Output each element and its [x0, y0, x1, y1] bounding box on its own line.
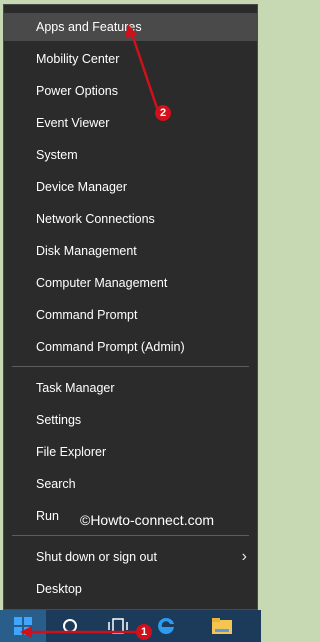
task-view-icon[interactable] [95, 610, 141, 642]
menu-item-event-viewer[interactable]: Event Viewer [4, 109, 257, 137]
menu-item-apps-and-features[interactable]: Apps and Features [4, 13, 257, 41]
menu-item-search[interactable]: Search [4, 470, 257, 498]
menu-item-command-prompt-admin[interactable]: Command Prompt (Admin) [4, 333, 257, 361]
menu-item-shut-down-or-sign-out[interactable]: Shut down or sign out › [4, 543, 257, 571]
menu-separator [12, 366, 249, 367]
chevron-right-icon: › [241, 548, 247, 565]
menu-item-mobility-center[interactable]: Mobility Center [4, 45, 257, 73]
menu-item-label: Shut down or sign out [36, 550, 157, 564]
menu-separator [12, 535, 249, 536]
menu-item-computer-management[interactable]: Computer Management [4, 269, 257, 297]
menu-item-task-manager[interactable]: Task Manager [4, 374, 257, 402]
menu-item-network-connections[interactable]: Network Connections [4, 205, 257, 233]
windows-start-icon[interactable] [0, 610, 46, 642]
search-circle-icon[interactable] [47, 610, 93, 642]
menu-item-system[interactable]: System [4, 141, 257, 169]
annotation-badge-2: 2 [155, 105, 171, 121]
menu-item-power-options[interactable]: Power Options [4, 77, 257, 105]
menu-item-device-manager[interactable]: Device Manager [4, 173, 257, 201]
menu-item-command-prompt[interactable]: Command Prompt [4, 301, 257, 329]
annotation-badge-1: 1 [136, 624, 152, 640]
watermark: ©Howto-connect.com [80, 512, 215, 528]
menu-item-desktop[interactable]: Desktop [4, 575, 257, 603]
menu-item-file-explorer[interactable]: File Explorer [4, 438, 257, 466]
menu-item-disk-management[interactable]: Disk Management [4, 237, 257, 265]
file-explorer-icon[interactable] [199, 610, 245, 642]
menu-item-settings[interactable]: Settings [4, 406, 257, 434]
taskbar [0, 610, 261, 642]
